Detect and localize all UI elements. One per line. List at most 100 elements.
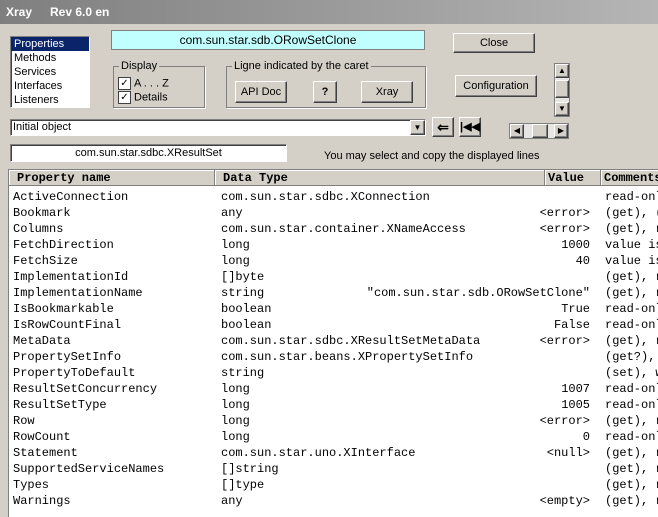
property-name-cell: FetchDirection	[13, 238, 114, 252]
property-name-cell: ImplementationId	[13, 270, 129, 284]
value-cell: 1000	[561, 238, 590, 252]
data-type-cell: []string	[221, 462, 279, 476]
value-cell: 40	[575, 254, 590, 268]
table-row[interactable]: FetchDirectionlong1000value is ...	[9, 237, 658, 253]
property-name-cell: Warnings	[13, 494, 71, 508]
app-revision: Rev 6.0 en	[50, 5, 110, 19]
configuration-button[interactable]: Configuration	[455, 75, 537, 97]
horizontal-scrollbar[interactable]: ◀ ▶	[509, 123, 569, 139]
display-group-title: Display	[119, 60, 160, 72]
type-field[interactable]: com.sun.star.sdbc.XResultSet	[10, 144, 287, 162]
app-title: Xray	[6, 5, 33, 19]
property-name-cell: SupportedServiceNames	[13, 462, 165, 476]
value-cell: False	[553, 318, 590, 332]
property-name-cell: FetchSize	[13, 254, 78, 268]
triangle-down-icon[interactable]: ▼	[555, 102, 569, 116]
table-row[interactable]: Types []type (get), read-only	[9, 477, 658, 493]
property-name-cell: Types	[13, 478, 50, 492]
table-row[interactable]: PropertySetInfo com.sun.star.beans.XPrope…	[9, 349, 658, 365]
table-row[interactable]: ResultSetTypelong1005read-only	[9, 397, 658, 413]
data-type-cell: com.sun.star.beans.XPropertySetInfo	[221, 350, 474, 364]
data-type-cell: []type	[221, 478, 265, 492]
comments-cell: (get), read-only	[605, 446, 658, 460]
horizontal-scrollbar-thumb[interactable]	[532, 124, 548, 138]
table-row[interactable]: SupportedServiceNames []string (get), read…	[9, 461, 658, 477]
details-checkbox[interactable]: ✓ Details	[118, 91, 168, 104]
category-item-methods[interactable]: Methods	[11, 51, 89, 65]
category-item-interfaces[interactable]: Interfaces	[11, 79, 89, 93]
comments-cell: (get), (set)	[605, 206, 658, 220]
table-row[interactable]: Bookmarkany<error>(get), (set)	[9, 205, 658, 221]
category-list[interactable]: Properties Methods Services Interfaces Liste…	[10, 36, 90, 108]
table-row[interactable]: Warningsany<empty>(get), read-only	[9, 493, 658, 509]
comments-cell: (get), read-only	[605, 414, 658, 428]
details-checkbox-label: Details	[134, 91, 168, 104]
column-header-value[interactable]: Value	[545, 170, 601, 186]
table-row[interactable]: MetaData com.sun.star.sdbc.XResultSetMeta…	[9, 333, 658, 349]
value-cell: <error>	[539, 206, 590, 220]
comments-cell: (set), write-only	[605, 366, 658, 380]
property-name-cell: Statement	[13, 446, 78, 460]
history-value: Initial object	[13, 121, 72, 133]
table-row[interactable]: ImplementationId []byte (get), read-only	[9, 269, 658, 285]
data-type-cell: []byte	[221, 270, 265, 284]
properties-table[interactable]: Property name Data Type Value Comments A…	[8, 169, 658, 517]
history-combobox[interactable]: Initial object ▼	[10, 119, 426, 136]
property-name-cell: ResultSetConcurrency	[13, 382, 158, 396]
object-name-field[interactable]: com.sun.star.sdb.ORowSetClone	[111, 30, 425, 50]
category-item-services[interactable]: Services	[11, 65, 89, 79]
chevron-down-icon[interactable]: ▼	[410, 120, 425, 135]
help-button[interactable]: ?	[313, 81, 337, 103]
comments-cell: (get), read-only	[605, 270, 658, 284]
arrow-left-icon[interactable]: ⇐	[432, 117, 454, 137]
value-cell: True	[561, 302, 590, 316]
value-cell: 0	[582, 430, 590, 444]
table-row[interactable]: IsBookmarkablebooleanTrueread-only	[9, 301, 658, 317]
first-record-icon[interactable]: |◀◀	[459, 117, 481, 137]
column-header-type[interactable]: Data Type	[215, 170, 545, 186]
comments-cell: (get), read-only	[605, 462, 658, 476]
caret-group-title: Ligne indicated by the caret	[232, 60, 371, 72]
api-doc-button[interactable]: API Doc	[235, 81, 287, 103]
sort-checkbox[interactable]: ✓ A . . . Z	[118, 77, 169, 90]
scrollbar-thumb[interactable]	[555, 80, 569, 98]
comments-cell: value is ...	[605, 254, 658, 268]
table-row[interactable]: Columns com.sun.star.container.XNameAcces…	[9, 221, 658, 237]
table-row[interactable]: ImplementationName string "com.sun.star.sd…	[9, 285, 658, 301]
category-item-properties[interactable]: Properties	[11, 37, 89, 51]
table-row[interactable]: ResultSetConcurrencylong1007read-only	[9, 381, 658, 397]
table-row[interactable]: RowCountlong0read-only	[9, 429, 658, 445]
close-button[interactable]: Close	[453, 33, 535, 53]
table-row[interactable]: IsRowCountFinalbooleanFalseread-only	[9, 317, 658, 333]
column-header-comments[interactable]: Comments	[601, 170, 658, 186]
table-row[interactable]: PropertyToDefault string (set), write-only	[9, 365, 658, 381]
property-name-cell: Columns	[13, 222, 64, 236]
comments-cell: (get), read-only	[605, 286, 658, 300]
triangle-right-icon[interactable]: ▶	[554, 124, 568, 138]
comments-cell: read-only	[605, 190, 658, 204]
property-name-cell: RowCount	[13, 430, 71, 444]
property-name-cell: IsBookmarkable	[13, 302, 114, 316]
data-type-cell: string	[221, 366, 265, 380]
value-cell: <empty>	[539, 494, 590, 508]
table-row[interactable]: Rowlong<error>(get), read-only	[9, 413, 658, 429]
category-item-listeners[interactable]: Listeners	[11, 93, 89, 107]
triangle-left-icon[interactable]: ◀	[510, 124, 524, 138]
value-cell: 1007	[561, 382, 590, 396]
table-row[interactable]: Statement com.sun.star.uno.XInterface <nul…	[9, 445, 658, 461]
column-header-name[interactable]: Property name	[9, 170, 215, 186]
comments-cell: read-only	[605, 318, 658, 332]
comments-cell: (get), read-only	[605, 494, 658, 508]
table-row[interactable]: FetchSizelong40value is ...	[9, 253, 658, 269]
property-name-cell: Row	[13, 414, 35, 428]
value-cell: "com.sun.star.sdb.ORowSetClone"	[366, 286, 590, 300]
table-row[interactable]: ActiveConnection com.sun.star.sdbc.XConne…	[9, 189, 658, 205]
comments-cell: read-only	[605, 382, 658, 396]
value-cell: <error>	[539, 222, 590, 236]
property-name-cell: PropertySetInfo	[13, 350, 122, 364]
triangle-up-icon[interactable]: ▲	[555, 64, 569, 78]
xray-button[interactable]: Xray	[361, 81, 413, 103]
vertical-scrollbar[interactable]: ▲ ▼	[554, 63, 570, 117]
comments-cell: read-only	[605, 302, 658, 316]
property-name-cell: ResultSetType	[13, 398, 107, 412]
